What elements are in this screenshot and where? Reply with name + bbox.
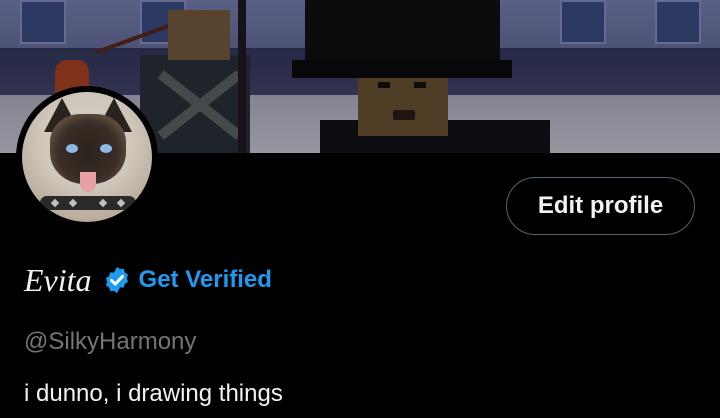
profile-bio: i dunno, i drawing things (24, 380, 283, 407)
avatar[interactable] (16, 86, 158, 228)
display-name: Evita (24, 261, 92, 298)
name-row: Evita Get Verified (24, 258, 272, 302)
avatar-image (22, 92, 152, 222)
cat-tongue (80, 172, 96, 192)
get-verified-link[interactable]: Get Verified (139, 266, 272, 294)
username-handle: @SilkyHarmony (24, 328, 197, 355)
cat-eye (100, 144, 112, 153)
cat-eye (66, 144, 78, 153)
verified-badge-icon[interactable] (102, 265, 132, 295)
edit-profile-button[interactable]: Edit profile (506, 177, 695, 235)
